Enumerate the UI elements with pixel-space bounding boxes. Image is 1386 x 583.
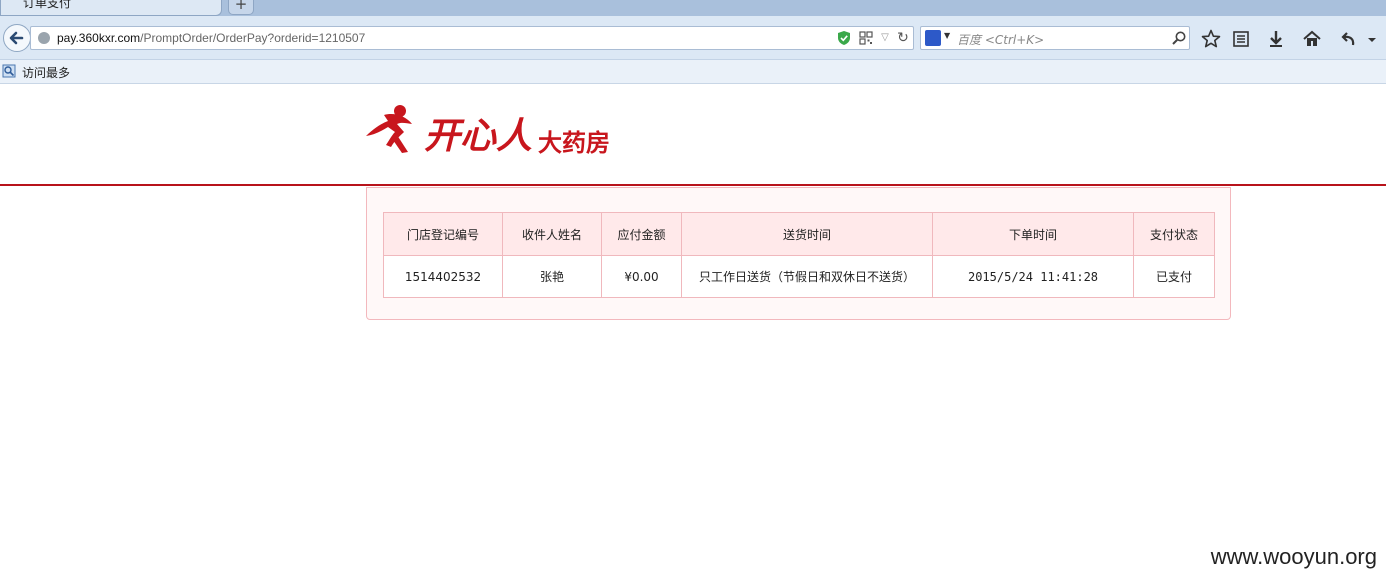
- order-panel: 门店登记编号 收件人姓名 应付金额 送货时间 下单时间 支付状态 1514402…: [366, 187, 1231, 320]
- address-text[interactable]: pay.360kxr.com/PromptOrder/OrderPay?orde…: [57, 31, 365, 45]
- url-path: /PromptOrder/OrderPay?orderid=1210507: [140, 31, 366, 45]
- logo-tagline-text: 大药房: [538, 129, 610, 157]
- order-table: 门店登记编号 收件人姓名 应付金额 送货时间 下单时间 支付状态 1514402…: [383, 212, 1215, 298]
- search-icon[interactable]: [1171, 30, 1187, 46]
- address-bar[interactable]: pay.360kxr.com/PromptOrder/OrderPay?orde…: [30, 26, 914, 50]
- site-identity-icon[interactable]: [38, 32, 50, 44]
- home-icon[interactable]: [1301, 28, 1323, 50]
- bookmark-folder-icon: [2, 64, 16, 78]
- header-payment-status: 支付状态: [1133, 212, 1215, 256]
- kaixinren-pharmacy-logo: 开心人 大药房: [366, 105, 610, 157]
- bookmark-most-visited[interactable]: 访问最多: [22, 64, 70, 81]
- page-content: 开心人 大药房 门店登记编号 收件人姓名 应付金额 送货时间 下单时间 支付状态: [0, 85, 1386, 583]
- cell-order-time: 2015/5/24 11:41:28: [932, 255, 1134, 298]
- back-arrow-icon: [9, 31, 24, 45]
- download-icon[interactable]: [1265, 28, 1287, 50]
- table-header-row: 门店登记编号 收件人姓名 应付金额 送货时间 下单时间 支付状态: [383, 212, 1215, 256]
- reload-icon[interactable]: ↻: [895, 30, 911, 46]
- cell-amount: ¥0.00: [601, 255, 682, 298]
- shield-icon[interactable]: [837, 30, 851, 46]
- header-recipient: 收件人姓名: [502, 212, 602, 256]
- dropdown-arrow-icon[interactable]: ▽: [879, 31, 891, 45]
- header-amount: 应付金额: [601, 212, 682, 256]
- cell-recipient: 张艳: [502, 255, 602, 298]
- star-bookmark-icon[interactable]: [1200, 28, 1222, 50]
- tab-title: 订单支付: [23, 0, 72, 10]
- header-store-id: 门店登记编号: [383, 212, 503, 256]
- header-order-time: 下单时间: [932, 212, 1134, 256]
- table-row: 1514402532 张艳 ¥0.00 只工作日送货（节假日和双休日不送货） 2…: [383, 255, 1215, 298]
- tab-strip: 订单支付 +: [0, 0, 1386, 16]
- navigation-toolbar: pay.360kxr.com/PromptOrder/OrderPay?orde…: [0, 16, 1386, 60]
- header-delivery-time: 送货时间: [681, 212, 933, 256]
- header-divider: [0, 184, 1386, 186]
- url-domain: pay.360kxr.com: [57, 31, 141, 45]
- menu-dropdown-icon[interactable]: [1362, 28, 1382, 50]
- qr-code-icon[interactable]: [859, 31, 873, 45]
- engine-dropdown-icon[interactable]: ▼: [944, 31, 950, 40]
- bookmarks-toolbar: 访问最多: [0, 60, 1386, 84]
- search-bar[interactable]: ▼ 百度 <Ctrl+K>: [920, 26, 1190, 50]
- watermark: www.wooyun.org: [1210, 544, 1377, 569]
- reading-list-icon[interactable]: [1230, 28, 1252, 50]
- back-button[interactable]: [3, 24, 31, 52]
- cell-payment-status: 已支付: [1133, 255, 1215, 298]
- logo-brand-text: 开心人: [424, 116, 532, 157]
- cell-store-id: 1514402532: [383, 255, 503, 298]
- undo-icon[interactable]: [1337, 28, 1359, 50]
- search-placeholder: 百度 <Ctrl+K>: [957, 33, 1045, 47]
- tab-order-pay[interactable]: 订单支付: [0, 0, 222, 16]
- baidu-paw-icon[interactable]: [925, 30, 941, 46]
- new-tab-button[interactable]: +: [228, 0, 254, 15]
- cell-delivery-time: 只工作日送货（节假日和双休日不送货）: [681, 255, 933, 298]
